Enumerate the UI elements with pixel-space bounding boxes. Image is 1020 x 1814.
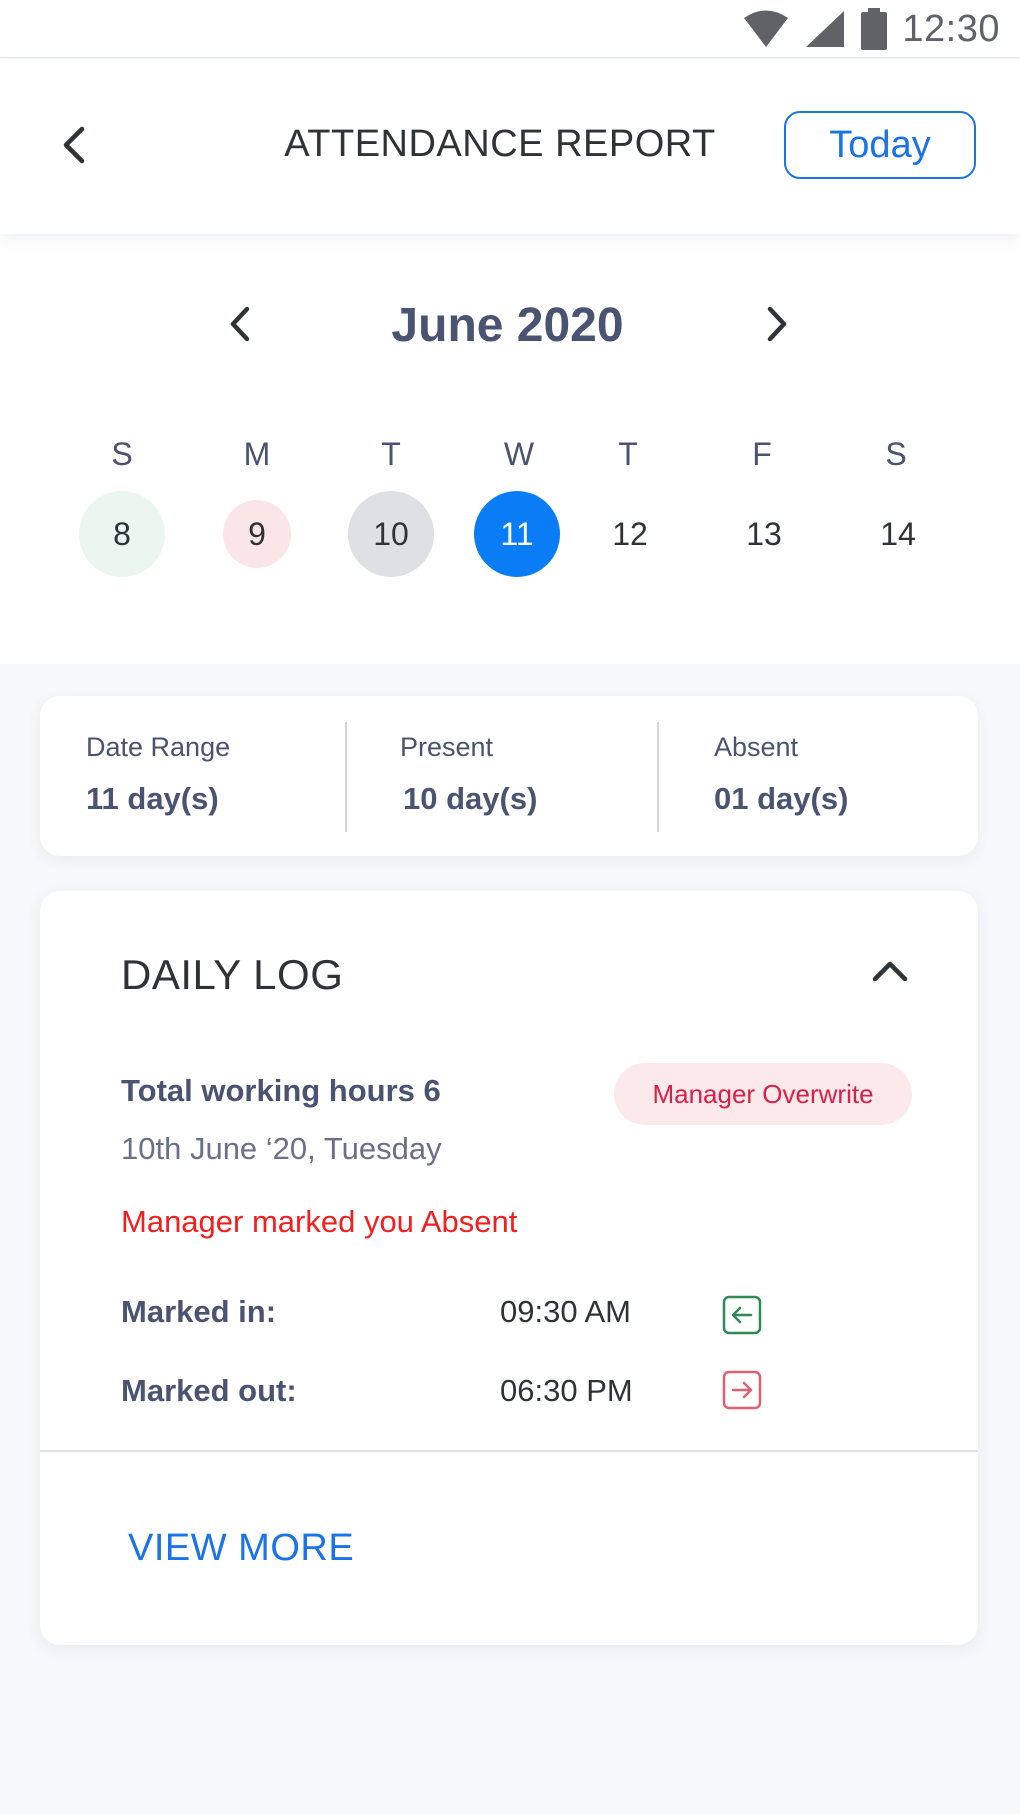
- back-button[interactable]: [50, 113, 98, 177]
- daily-log-title: DAILY LOG: [121, 951, 344, 998]
- marked-in-time: 09:30 AM: [500, 1294, 631, 1329]
- summary-divider: [657, 722, 659, 832]
- weekday-tuesday: T: [381, 436, 401, 472]
- marked-out-time: 06:30 PM: [500, 1373, 633, 1408]
- log-date: 10th June ‘20, Tuesday: [121, 1131, 442, 1166]
- weekday-thursday: T: [618, 436, 638, 472]
- weekday-monday: M: [243, 436, 271, 472]
- app-header: ATTENDANCE REPORT Today: [0, 59, 1020, 234]
- view-more-button[interactable]: VIEW MORE: [128, 1527, 354, 1570]
- signal-icon: [806, 11, 845, 47]
- present-label: Present: [400, 732, 494, 762]
- chevron-left-icon: [230, 306, 250, 342]
- calendar-day-past[interactable]: 10: [348, 491, 434, 577]
- weekday-wednesday: W: [503, 436, 535, 472]
- calendar-day-selected[interactable]: 11: [474, 491, 560, 577]
- log-divider: [40, 1450, 978, 1452]
- status-icons: 12:30: [742, 6, 1000, 52]
- status-bar: 12:30: [0, 0, 1020, 58]
- previous-month-button[interactable]: [215, 294, 265, 354]
- mark-in-icon: [722, 1295, 762, 1335]
- weekday-friday: F: [752, 436, 772, 472]
- today-button[interactable]: Today: [784, 111, 976, 179]
- page-title: ATTENDANCE REPORT: [284, 123, 716, 165]
- week-calendar: June 2020 S M T W T F S 8 9 10 11 12 13 …: [0, 234, 1020, 664]
- chevron-left-icon: [63, 126, 85, 164]
- battery-icon: [861, 8, 888, 50]
- total-working-hours: Total working hours 6: [121, 1073, 441, 1108]
- daily-log-card: DAILY LOG Total working hours 6 Manager …: [40, 891, 978, 1645]
- manager-overwrite-badge: Manager Overwrite: [614, 1063, 912, 1125]
- calendar-day-absent[interactable]: 9: [223, 500, 291, 568]
- calendar-day[interactable]: 13: [719, 489, 809, 579]
- weekday-sunday: S: [111, 436, 133, 472]
- date-range-value: 11 day(s): [86, 781, 219, 816]
- status-time: 12:30: [902, 7, 1000, 50]
- date-range-label: Date Range: [86, 732, 231, 762]
- calendar-day[interactable]: 12: [585, 489, 675, 579]
- absent-label: Absent: [714, 732, 799, 762]
- attendance-summary-card: Date Range 11 day(s) Present 10 day(s) A…: [40, 696, 978, 856]
- mark-out-icon: [722, 1370, 762, 1410]
- month-label: June 2020: [391, 299, 624, 352]
- wifi-icon: [744, 10, 789, 47]
- summary-present: Present 10 day(s): [400, 732, 537, 817]
- summary-date-range: Date Range 11 day(s): [86, 732, 230, 817]
- chevron-up-icon: [872, 961, 908, 982]
- marked-in-label: Marked in:: [121, 1294, 277, 1329]
- absent-message: Manager marked you Absent: [121, 1204, 518, 1239]
- summary-absent: Absent 01 day(s): [714, 732, 848, 817]
- calendar-day-present[interactable]: 8: [79, 491, 165, 577]
- absent-value: 01 day(s): [714, 781, 849, 816]
- present-value: 10 day(s): [403, 781, 538, 816]
- summary-divider: [345, 722, 347, 832]
- marked-out-label: Marked out:: [121, 1373, 297, 1408]
- next-month-button[interactable]: [752, 294, 802, 354]
- calendar-day[interactable]: 14: [853, 489, 943, 579]
- collapse-button[interactable]: [862, 943, 918, 999]
- chevron-right-icon: [767, 306, 787, 342]
- weekday-saturday: S: [885, 436, 907, 472]
